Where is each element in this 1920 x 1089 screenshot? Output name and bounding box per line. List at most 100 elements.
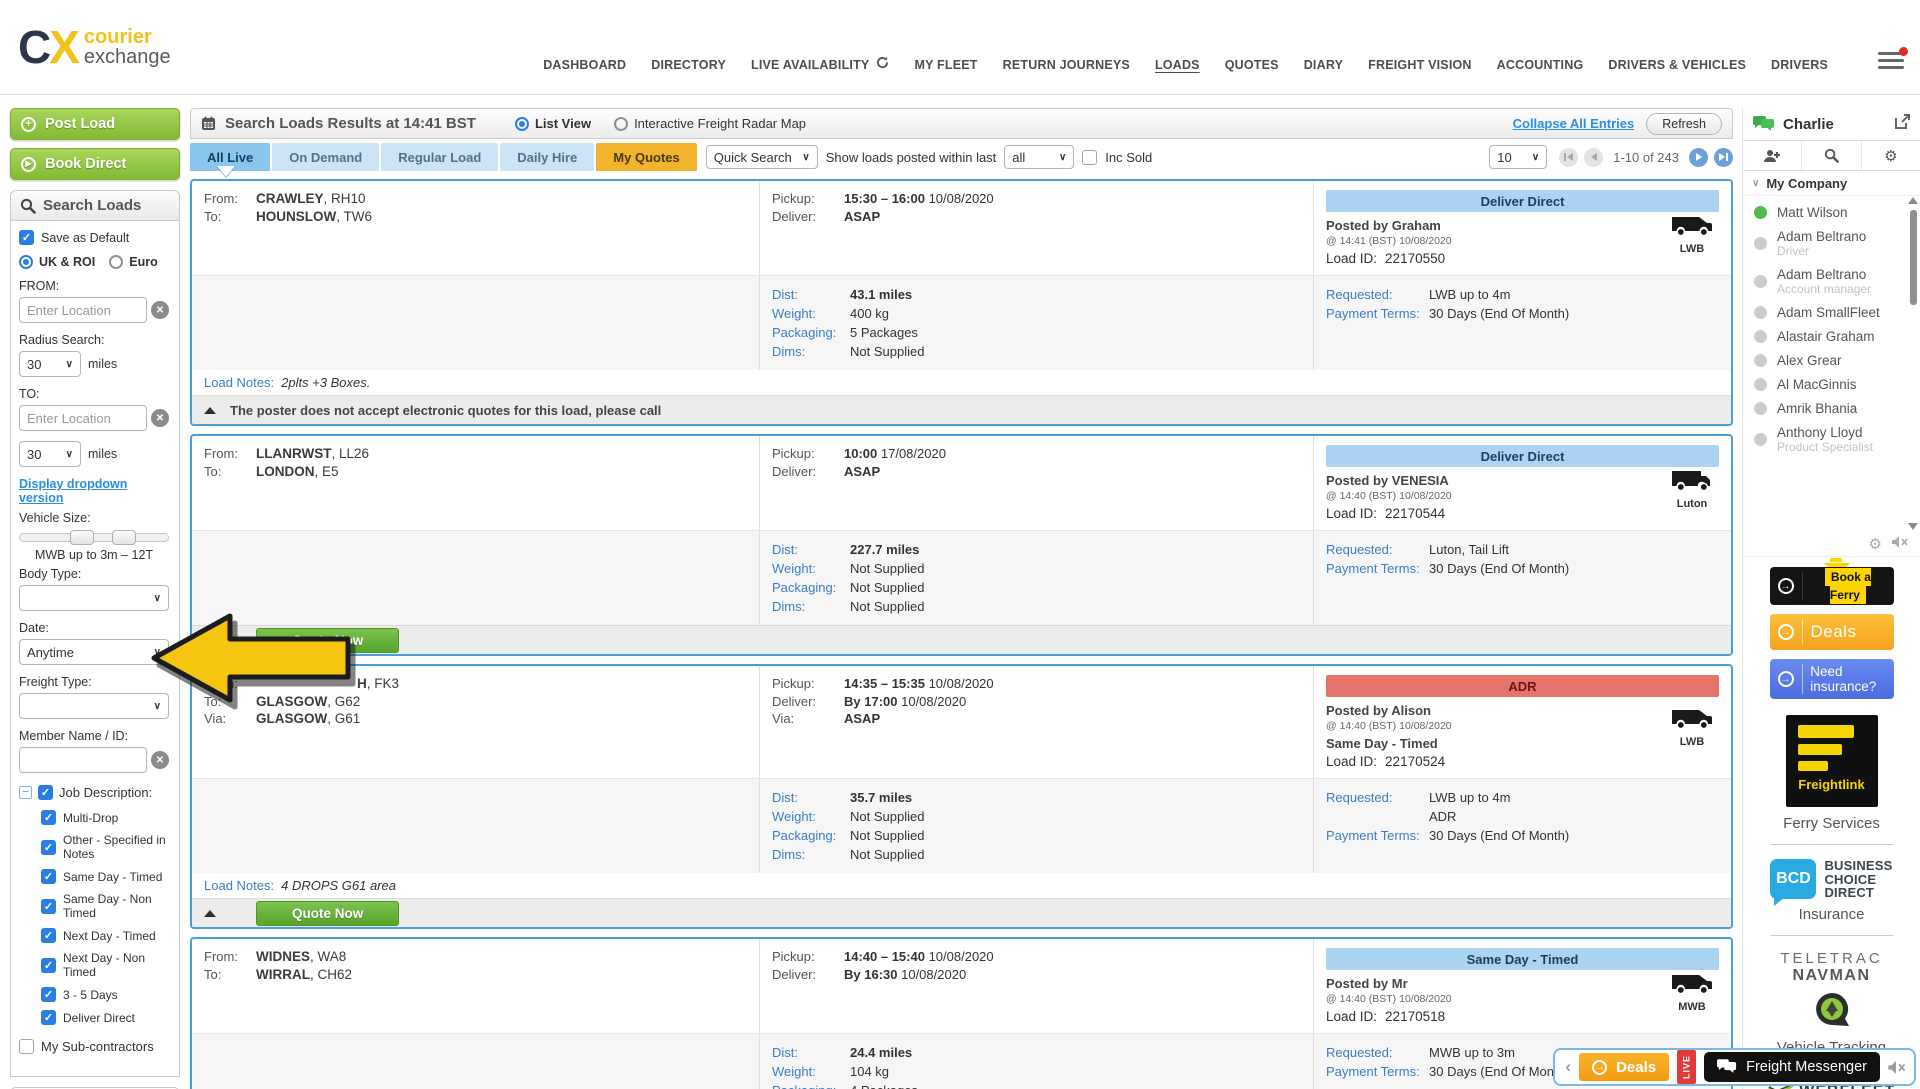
- contact-alex-grear[interactable]: Alex Grear: [1743, 348, 1920, 372]
- contact-al-macginnis[interactable]: Al MacGinnis: [1743, 372, 1920, 396]
- messenger-settings-button[interactable]: ⚙: [1862, 141, 1920, 170]
- next-page-button[interactable]: [1689, 148, 1708, 167]
- contact-alastair-graham[interactable]: Alastair Graham: [1743, 324, 1920, 348]
- sub-contractors-checkbox[interactable]: [19, 1039, 34, 1054]
- hamburger-menu-icon[interactable]: [1878, 52, 1904, 72]
- job-nextday-timed-checkbox[interactable]: ✓: [41, 928, 56, 943]
- refresh-button[interactable]: Refresh: [1646, 113, 1722, 135]
- job-deliver-direct-checkbox[interactable]: ✓: [41, 1010, 56, 1025]
- gear-icon[interactable]: ⚙: [1869, 535, 1882, 553]
- quote-now-button[interactable]: Quote Now: [256, 901, 399, 926]
- job-other-checkbox[interactable]: ✓: [41, 840, 56, 855]
- post-load-button[interactable]: + Post Load: [10, 108, 180, 140]
- nav-accounting[interactable]: ACCOUNTING: [1497, 58, 1584, 72]
- contact-adam-beltrano-manager[interactable]: Adam BeltranoAccount manager: [1743, 262, 1920, 300]
- nav-return-journeys[interactable]: RETURN JOURNEYS: [1003, 58, 1130, 72]
- contact-adam-smallfleet[interactable]: Adam SmallFleet: [1743, 300, 1920, 324]
- radar-view-radio[interactable]: Interactive Freight Radar Map: [614, 116, 806, 131]
- nav-diary[interactable]: DIARY: [1304, 58, 1343, 72]
- region-uk-radio[interactable]: [19, 255, 33, 269]
- mute-icon[interactable]: [1888, 1061, 1906, 1074]
- load-card-1[interactable]: From:CRAWLEY, RH10 To:HOUNSLOW, TW6 Pick…: [190, 179, 1733, 426]
- job-multidrop-checkbox[interactable]: ✓: [41, 810, 56, 825]
- nav-freight-vision[interactable]: FREIGHT VISION: [1368, 58, 1472, 72]
- book-ferry-ad[interactable]: → Book a Ferry: [1770, 567, 1894, 605]
- nav-directory[interactable]: DIRECTORY: [651, 58, 726, 72]
- scroll-down-icon[interactable]: [1908, 523, 1918, 530]
- contact-matt-wilson[interactable]: Matt Wilson: [1743, 200, 1920, 224]
- slider-handle-min[interactable]: [70, 530, 94, 545]
- clear-to-icon[interactable]: ✕: [151, 409, 169, 427]
- slider-handle-max[interactable]: [112, 530, 136, 545]
- freight-messenger-button[interactable]: Freight Messenger: [1704, 1052, 1880, 1082]
- insurance-ad[interactable]: → Need insurance?: [1770, 659, 1894, 699]
- nav-live-availability[interactable]: LIVE AVAILABILITY: [751, 58, 869, 72]
- job-sameday-nontimed-checkbox[interactable]: ✓: [41, 899, 56, 914]
- chevron-left-icon[interactable]: ‹: [1565, 1057, 1571, 1077]
- teletrac-navman-logo[interactable]: TELETRAC NAVMAN: [1743, 950, 1920, 1033]
- tab-on-demand[interactable]: On Demand: [272, 143, 379, 171]
- group-my-company[interactable]: ∨ My Company: [1743, 171, 1920, 196]
- inc-sold-checkbox[interactable]: [1082, 150, 1097, 165]
- job-description-checkbox[interactable]: ✓: [38, 785, 53, 800]
- region-euro-radio[interactable]: [109, 255, 123, 269]
- cx-logo[interactable]: C X courier exchange: [18, 20, 171, 74]
- popout-icon[interactable]: [1895, 114, 1910, 134]
- refresh-icon[interactable]: [876, 56, 889, 74]
- prev-page-button[interactable]: [1584, 148, 1603, 167]
- from-radius-select[interactable]: 30∨: [19, 351, 81, 377]
- contact-adam-beltrano-driver[interactable]: Adam BeltranoDriver: [1743, 224, 1920, 262]
- list-view-radio[interactable]: List View: [515, 116, 591, 131]
- freight-type-select[interactable]: ∨: [19, 693, 169, 719]
- nav-quotes[interactable]: QUOTES: [1225, 58, 1279, 72]
- tab-daily-hire[interactable]: Daily Hire: [500, 143, 594, 171]
- load-card-3[interactable]: From:H, FK3 To:GLASGOW, G62 Via:GLASGOW,…: [190, 664, 1733, 929]
- nav-drivers[interactable]: DRIVERS: [1771, 58, 1828, 72]
- display-dropdown-link[interactable]: Display dropdown version: [19, 477, 127, 505]
- scroll-up-icon[interactable]: [1908, 197, 1918, 204]
- to-radius-select[interactable]: 30∨: [19, 441, 81, 467]
- load-card-2[interactable]: From:LLANRWST, LL26 To:LONDON, E5 Pickup…: [190, 434, 1733, 656]
- job-nextday-nontimed-checkbox[interactable]: ✓: [41, 958, 56, 973]
- member-input[interactable]: [19, 747, 147, 773]
- date-select[interactable]: Anytime∨: [19, 639, 169, 665]
- first-page-button[interactable]: [1559, 148, 1578, 167]
- collapse-job-icon[interactable]: −: [19, 786, 32, 799]
- contacts-scrollbar[interactable]: [1909, 196, 1918, 531]
- nav-loads[interactable]: LOADS: [1155, 58, 1200, 72]
- body-type-select[interactable]: ∨: [19, 585, 169, 611]
- job-sameday-timed-checkbox[interactable]: ✓: [41, 869, 56, 884]
- clear-from-icon[interactable]: ✕: [151, 301, 169, 319]
- quick-search-select[interactable]: Quick Search∨: [706, 145, 818, 169]
- contact-amrik-bhania[interactable]: Amrik Bhania: [1743, 396, 1920, 420]
- nav-dashboard[interactable]: DASHBOARD: [543, 58, 626, 72]
- scrollbar-thumb[interactable]: [1910, 210, 1917, 305]
- collapse-card-icon[interactable]: [204, 407, 216, 414]
- page-size-select[interactable]: 10∨: [1489, 145, 1547, 169]
- to-location-input[interactable]: [19, 405, 147, 431]
- collapse-card-icon[interactable]: [204, 637, 216, 644]
- bcd-logo[interactable]: BCD BUSINESS CHOICE DIRECT: [1743, 859, 1920, 900]
- last-page-button[interactable]: [1714, 148, 1733, 167]
- clear-member-icon[interactable]: ✕: [151, 751, 169, 769]
- nav-drivers-vehicles[interactable]: DRIVERS & VEHICLES: [1608, 58, 1746, 72]
- add-contact-button[interactable]: [1743, 141, 1802, 170]
- book-direct-button[interactable]: ▶ Book Direct: [10, 148, 180, 180]
- mute-icon[interactable]: [1892, 535, 1908, 552]
- freightlink-logo[interactable]: Freightlink: [1786, 715, 1878, 807]
- nav-my-fleet[interactable]: MY FLEET: [914, 58, 977, 72]
- job-35days-checkbox[interactable]: ✓: [41, 987, 56, 1002]
- collapse-all-link[interactable]: Collapse All Entries: [1513, 116, 1635, 131]
- quote-now-button[interactable]: Quote Now: [256, 628, 399, 653]
- tab-regular-load[interactable]: Regular Load: [381, 143, 498, 171]
- vehicle-size-slider[interactable]: [19, 533, 169, 542]
- search-contacts-button[interactable]: [1802, 141, 1861, 170]
- save-default-checkbox[interactable]: ✓: [19, 230, 34, 245]
- collapse-card-icon[interactable]: [204, 910, 216, 917]
- tab-my-quotes[interactable]: My Quotes: [596, 143, 696, 171]
- deals-ad[interactable]: → Deals: [1770, 614, 1894, 650]
- deals-button[interactable]: → Deals: [1579, 1053, 1669, 1081]
- from-location-input[interactable]: [19, 297, 147, 323]
- load-card-4[interactable]: From:WIDNES, WA8 To:WIRRAL, CH62 Pickup:…: [190, 937, 1733, 1089]
- posted-within-select[interactable]: all∨: [1004, 145, 1074, 169]
